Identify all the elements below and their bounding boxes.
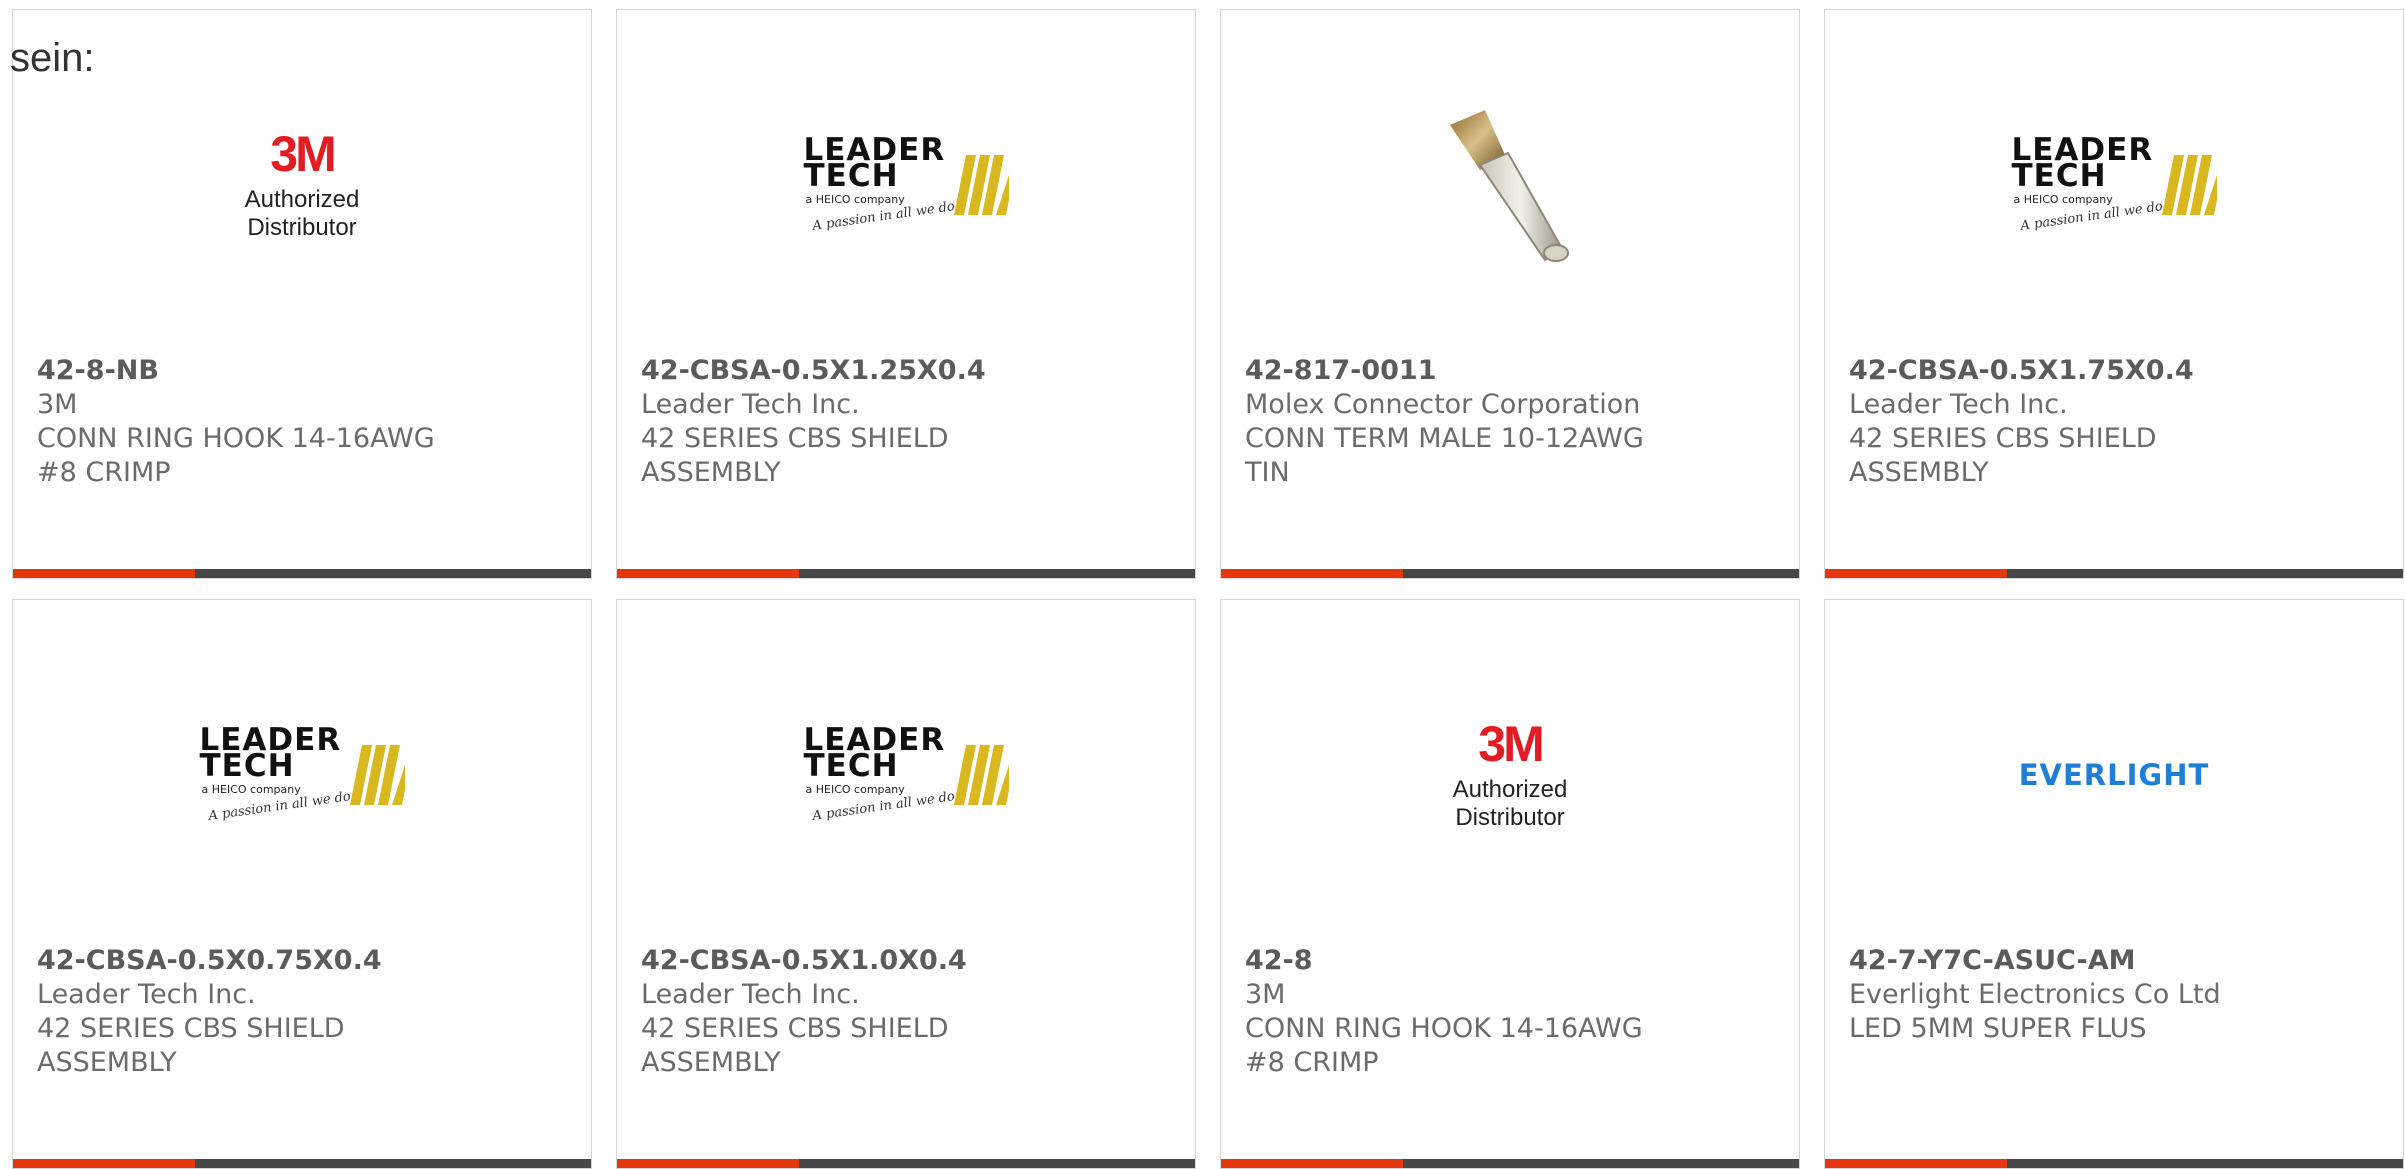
description: 42 SERIES CBS SHIELD ASSEMBLY	[641, 423, 949, 488]
product-image[interactable]: 3M Authorized Distributor	[1221, 660, 1799, 890]
description: CONN RING HOOK 14-16AWG #8 CRIMP	[37, 423, 435, 488]
part-number[interactable]: 42-8-NB	[37, 354, 571, 388]
description: CONN TERM MALE 10-12AWG TIN	[1245, 423, 1644, 488]
card-bottom-bar	[617, 1159, 1195, 1168]
product-image[interactable]: 3M Authorized Distributor	[13, 70, 591, 300]
card-bottom-bar	[1825, 1159, 2403, 1168]
intro-text: sein:	[10, 36, 95, 80]
product-image[interactable]: LEADER TECH a HEICO company A passion in…	[13, 660, 591, 890]
manufacturer: 3M	[37, 389, 78, 420]
product-image[interactable]: EVERLIGHT	[1825, 660, 2403, 890]
card-bottom-bar	[1825, 569, 2403, 578]
part-number[interactable]: 42-CBSA-0.5X0.75X0.4	[37, 944, 571, 978]
product-card[interactable]: LEADER TECH a HEICO company A passion in…	[616, 9, 1196, 579]
part-number[interactable]: 42-CBSA-0.5X1.75X0.4	[1849, 354, 2383, 388]
crimp-terminal-photo	[1450, 110, 1569, 262]
leader-tech-logo: LEADER TECH a HEICO company A passion in…	[804, 135, 1009, 235]
description: 42 SERIES CBS SHIELD ASSEMBLY	[1849, 423, 2157, 488]
part-number[interactable]: 42-8	[1245, 944, 1779, 978]
product-image[interactable]: LEADER TECH a HEICO company A passion in…	[617, 660, 1195, 890]
leader-tech-logo: LEADER TECH a HEICO company A passion in…	[804, 725, 1009, 825]
description: 42 SERIES CBS SHIELD ASSEMBLY	[37, 1013, 345, 1078]
product-image[interactable]: LEADER TECH a HEICO company A passion in…	[617, 70, 1195, 300]
product-grid: 3M Authorized Distributor 42-8-NB 3M CON…	[12, 9, 2404, 1169]
manufacturer: Leader Tech Inc.	[1849, 389, 2068, 420]
manufacturer: Leader Tech Inc.	[37, 979, 256, 1010]
manufacturer: 3M	[1245, 979, 1286, 1010]
manufacturer: Leader Tech Inc.	[641, 979, 860, 1010]
card-bottom-bar	[13, 1159, 591, 1168]
3m-logo: 3M Authorized Distributor	[1452, 716, 1568, 831]
card-bottom-bar	[1221, 1159, 1799, 1168]
part-number[interactable]: 42-CBSA-0.5X1.0X0.4	[641, 944, 1175, 978]
part-number[interactable]: 42-817-0011	[1245, 354, 1779, 388]
manufacturer: Molex Connector Corporation	[1245, 389, 1641, 420]
description: 42 SERIES CBS SHIELD ASSEMBLY	[641, 1013, 949, 1078]
card-bottom-bar	[13, 569, 591, 578]
product-card[interactable]: LEADER TECH a HEICO company A passion in…	[1824, 9, 2404, 579]
part-number[interactable]: 42-7-Y7C-ASUC-AM	[1849, 944, 2383, 978]
product-card[interactable]: 3M Authorized Distributor 42-8-NB 3M CON…	[12, 9, 592, 579]
leader-tech-logo: LEADER TECH a HEICO company A passion in…	[200, 725, 405, 825]
product-image[interactable]	[1221, 70, 1799, 300]
part-number[interactable]: 42-CBSA-0.5X1.25X0.4	[641, 354, 1175, 388]
3m-logo: 3M Authorized Distributor	[244, 126, 360, 241]
product-card[interactable]: LEADER TECH a HEICO company A passion in…	[12, 599, 592, 1169]
description: LED 5MM SUPER FLUS	[1849, 1013, 2147, 1044]
product-card[interactable]: LEADER TECH a HEICO company A passion in…	[616, 599, 1196, 1169]
leader-tech-logo: LEADER TECH a HEICO company A passion in…	[2012, 135, 2217, 235]
product-card[interactable]: EVERLIGHT 42-7-Y7C-ASUC-AM Everlight Ele…	[1824, 599, 2404, 1169]
manufacturer: Leader Tech Inc.	[641, 389, 860, 420]
everlight-logo: EVERLIGHT	[2018, 758, 2210, 792]
product-card[interactable]: 3M Authorized Distributor 42-8 3M CONN R…	[1220, 599, 1800, 1169]
product-image[interactable]: LEADER TECH a HEICO company A passion in…	[1825, 70, 2403, 300]
card-bottom-bar	[617, 569, 1195, 578]
manufacturer: Everlight Electronics Co Ltd	[1849, 979, 2221, 1010]
product-card[interactable]: 42-817-0011 Molex Connector Corporation …	[1220, 9, 1800, 579]
description: CONN RING HOOK 14-16AWG #8 CRIMP	[1245, 1013, 1643, 1078]
card-bottom-bar	[1221, 569, 1799, 578]
